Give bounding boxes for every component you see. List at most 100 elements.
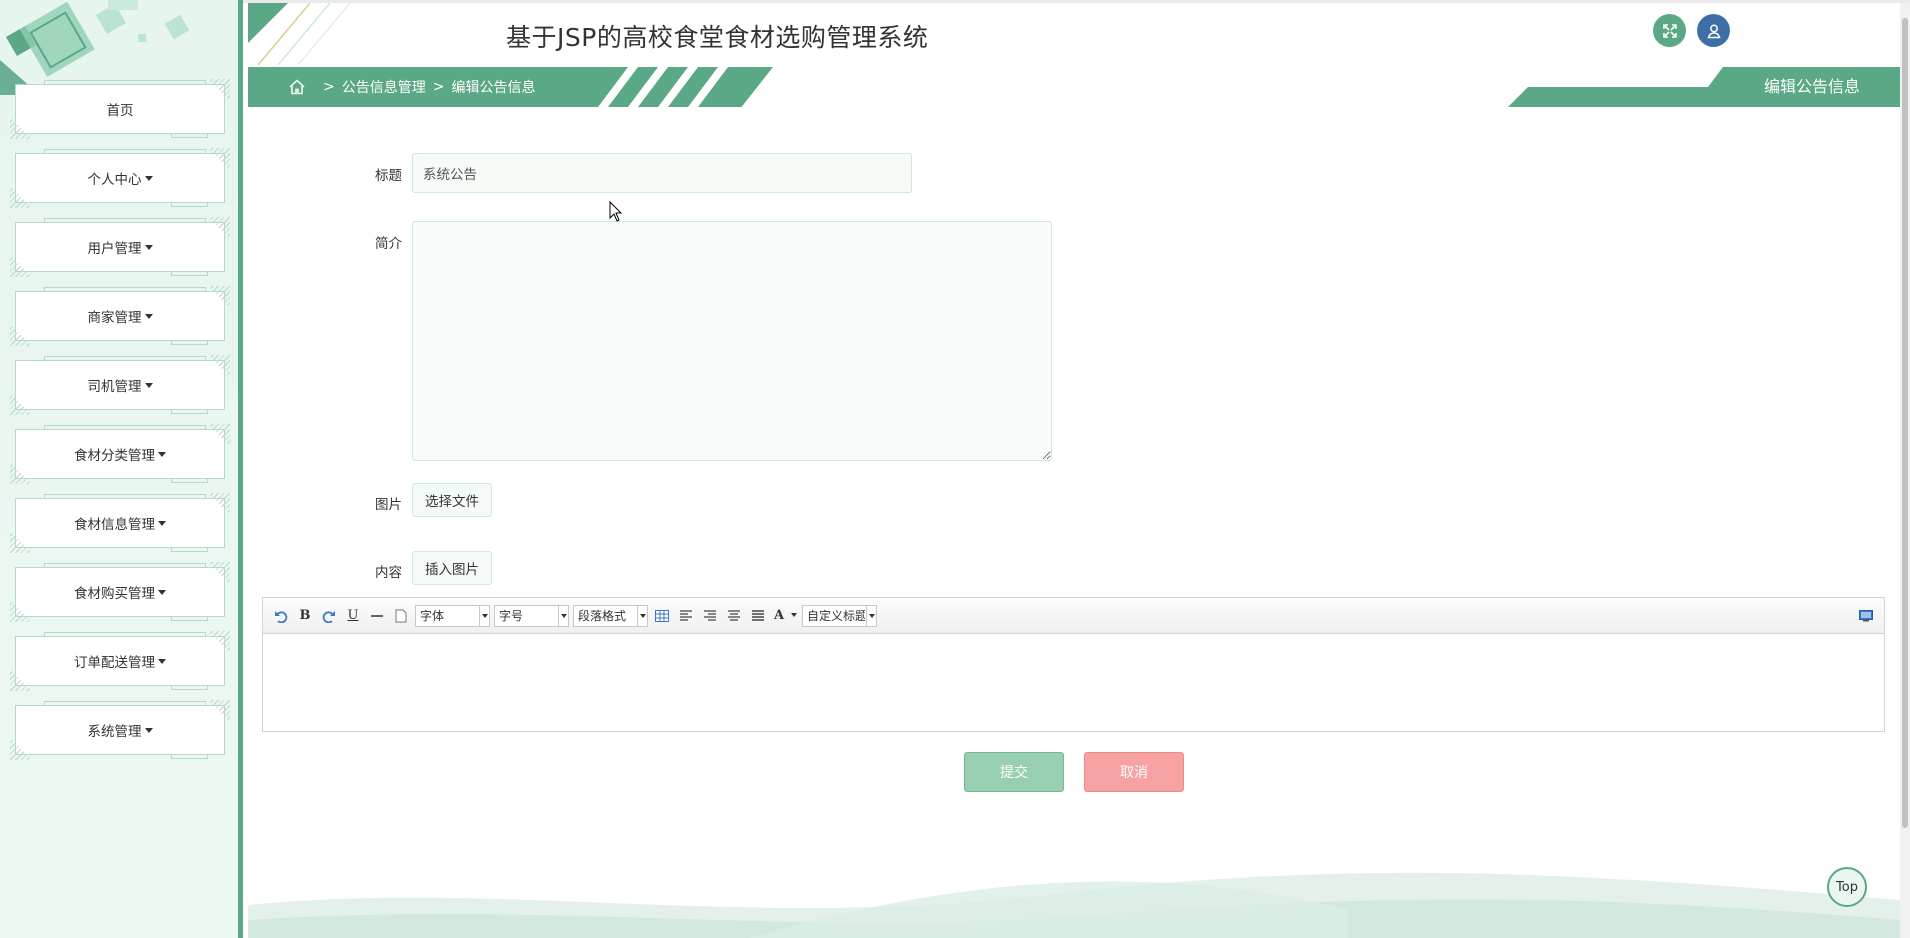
hatch-decoration	[10, 669, 32, 691]
breadcrumb-notice-management[interactable]: 公告信息管理	[342, 77, 426, 97]
editor-toolbar: B U 字体 字号 段落格式 A 自定义标题	[263, 598, 1884, 634]
sidebar-item-label: 首页	[106, 103, 134, 119]
font-size-select[interactable]: 字号	[494, 604, 569, 627]
sidebar-item-label: 个人中心	[87, 172, 142, 188]
breadcrumb-separator: >	[432, 79, 445, 95]
font-color-dropdown[interactable]	[790, 605, 798, 627]
align-left-icon[interactable]	[676, 606, 696, 626]
custom-title-select[interactable]: 自定义标题	[802, 604, 877, 627]
back-to-top-button[interactable]: Top	[1827, 867, 1867, 907]
sidebar-item-ingredient-category[interactable]: 食材分类管理	[10, 424, 230, 484]
home-icon	[289, 79, 305, 95]
mouse-cursor-icon	[609, 201, 623, 222]
title-label: 标题	[375, 168, 402, 184]
font-color-icon[interactable]: A	[772, 606, 786, 626]
caret-down-icon	[144, 382, 153, 388]
sidebar-item-merchant-management[interactable]: 商家管理	[10, 286, 230, 346]
sidebar-item-home[interactable]: 首页	[10, 79, 230, 139]
paragraph-format-select-label: 段落格式	[578, 609, 627, 623]
dropdown-arrow-icon	[789, 605, 798, 625]
hatch-decoration	[10, 324, 32, 346]
sidebar-item-ingredient-info[interactable]: 食材信息管理	[10, 493, 230, 553]
caret-down-icon	[144, 244, 153, 250]
sidebar-item-user-management[interactable]: 用户管理	[10, 217, 230, 277]
app-title: 基于JSP的高校食堂食材选购管理系统	[506, 23, 929, 52]
align-right-icon[interactable]	[700, 606, 720, 626]
sidebar-item-label: 订单配送管理	[74, 655, 155, 671]
align-center-icon[interactable]	[724, 606, 744, 626]
submit-button[interactable]: 提交	[964, 752, 1064, 792]
sidebar-item-system-management[interactable]: 系统管理	[10, 700, 230, 760]
hatch-decoration	[208, 562, 230, 584]
caret-down-icon	[144, 175, 153, 181]
caret-down-icon	[158, 589, 166, 595]
hatch-decoration	[208, 424, 230, 446]
font-family-select-label: 字体	[420, 609, 445, 623]
sidebar-item-label: 食材购买管理	[74, 586, 155, 602]
page-title-tab: 编辑公告信息	[1508, 67, 1900, 107]
horizontal-rule-icon[interactable]	[367, 606, 387, 626]
caret-down-icon	[158, 658, 166, 664]
breadcrumb-current: 编辑公告信息	[451, 80, 536, 96]
underline-icon[interactable]: U	[343, 606, 363, 626]
align-justify-icon[interactable]	[748, 606, 768, 626]
sidebar-item-order-delivery[interactable]: 订单配送管理	[10, 631, 230, 691]
rich-text-editor: B U 字体 字号 段落格式 A 自定义标题	[262, 597, 1885, 732]
cancel-button[interactable]: 取消	[1084, 752, 1184, 792]
page-scrollbar-thumb[interactable]	[1902, 18, 1908, 828]
sidebar-item-driver-management[interactable]: 司机管理	[10, 355, 230, 415]
bold-icon[interactable]: B	[295, 606, 315, 626]
hatch-decoration	[10, 738, 32, 760]
sidebar-item-label: 系统管理	[87, 724, 142, 740]
hatch-decoration	[208, 79, 230, 101]
source-view-icon[interactable]	[1856, 606, 1876, 626]
custom-title-select-label: 自定义标题	[807, 609, 865, 623]
dropdown-arrow-icon	[479, 605, 489, 626]
image-label: 图片	[375, 497, 402, 513]
intro-textarea[interactable]	[412, 221, 1052, 461]
expand-icon	[1662, 23, 1677, 38]
hatch-decoration	[208, 700, 230, 722]
hatch-decoration	[208, 493, 230, 515]
hatch-decoration	[10, 117, 32, 139]
intro-label: 简介	[375, 236, 402, 252]
hatch-decoration	[10, 186, 32, 208]
hatch-decoration	[10, 255, 32, 277]
hatch-decoration	[208, 217, 230, 239]
editor-content-area[interactable]	[263, 634, 1884, 732]
caret-down-icon	[158, 451, 166, 457]
dropdown-arrow-icon	[637, 605, 647, 626]
sidebar-item-label: 用户管理	[87, 241, 142, 257]
title-input[interactable]	[412, 153, 912, 193]
sidebar-item-label: 食材信息管理	[74, 517, 155, 533]
sidebar-item-ingredient-purchase[interactable]: 食材购买管理	[10, 562, 230, 622]
footer-waves-decoration	[248, 872, 1900, 938]
caret-down-icon	[144, 727, 153, 733]
hatch-decoration	[208, 148, 230, 170]
sidebar-item-label: 商家管理	[87, 310, 142, 326]
breadcrumb-home[interactable]	[288, 78, 306, 96]
user-icon	[1707, 24, 1720, 38]
page-title: 编辑公告信息	[1763, 77, 1860, 96]
hatch-decoration	[208, 286, 230, 308]
content-label: 内容	[375, 565, 402, 581]
hatch-decoration	[208, 631, 230, 653]
hatch-decoration	[10, 531, 32, 553]
sidebar-item-label: 司机管理	[87, 379, 142, 395]
paragraph-format-select[interactable]: 段落格式	[573, 604, 648, 627]
font-family-select[interactable]: 字体	[415, 604, 490, 627]
sidebar-item-personal-center[interactable]: 个人中心	[10, 148, 230, 208]
breadcrumb-separator: >	[323, 79, 335, 95]
table-icon[interactable]	[652, 606, 672, 626]
insert-image-button[interactable]: 插入图片	[412, 551, 492, 585]
header-decoration	[248, 3, 351, 65]
page-icon[interactable]	[391, 606, 411, 626]
redo-icon[interactable]	[319, 606, 339, 626]
choose-file-button[interactable]: 选择文件	[412, 483, 492, 517]
sidebar-item-label: 食材分类管理	[74, 448, 155, 464]
breadcrumb-stripes	[598, 67, 770, 107]
undo-icon[interactable]	[271, 606, 291, 626]
user-button[interactable]	[1697, 14, 1730, 47]
dropdown-arrow-icon	[558, 605, 568, 626]
fullscreen-button[interactable]	[1653, 14, 1686, 47]
